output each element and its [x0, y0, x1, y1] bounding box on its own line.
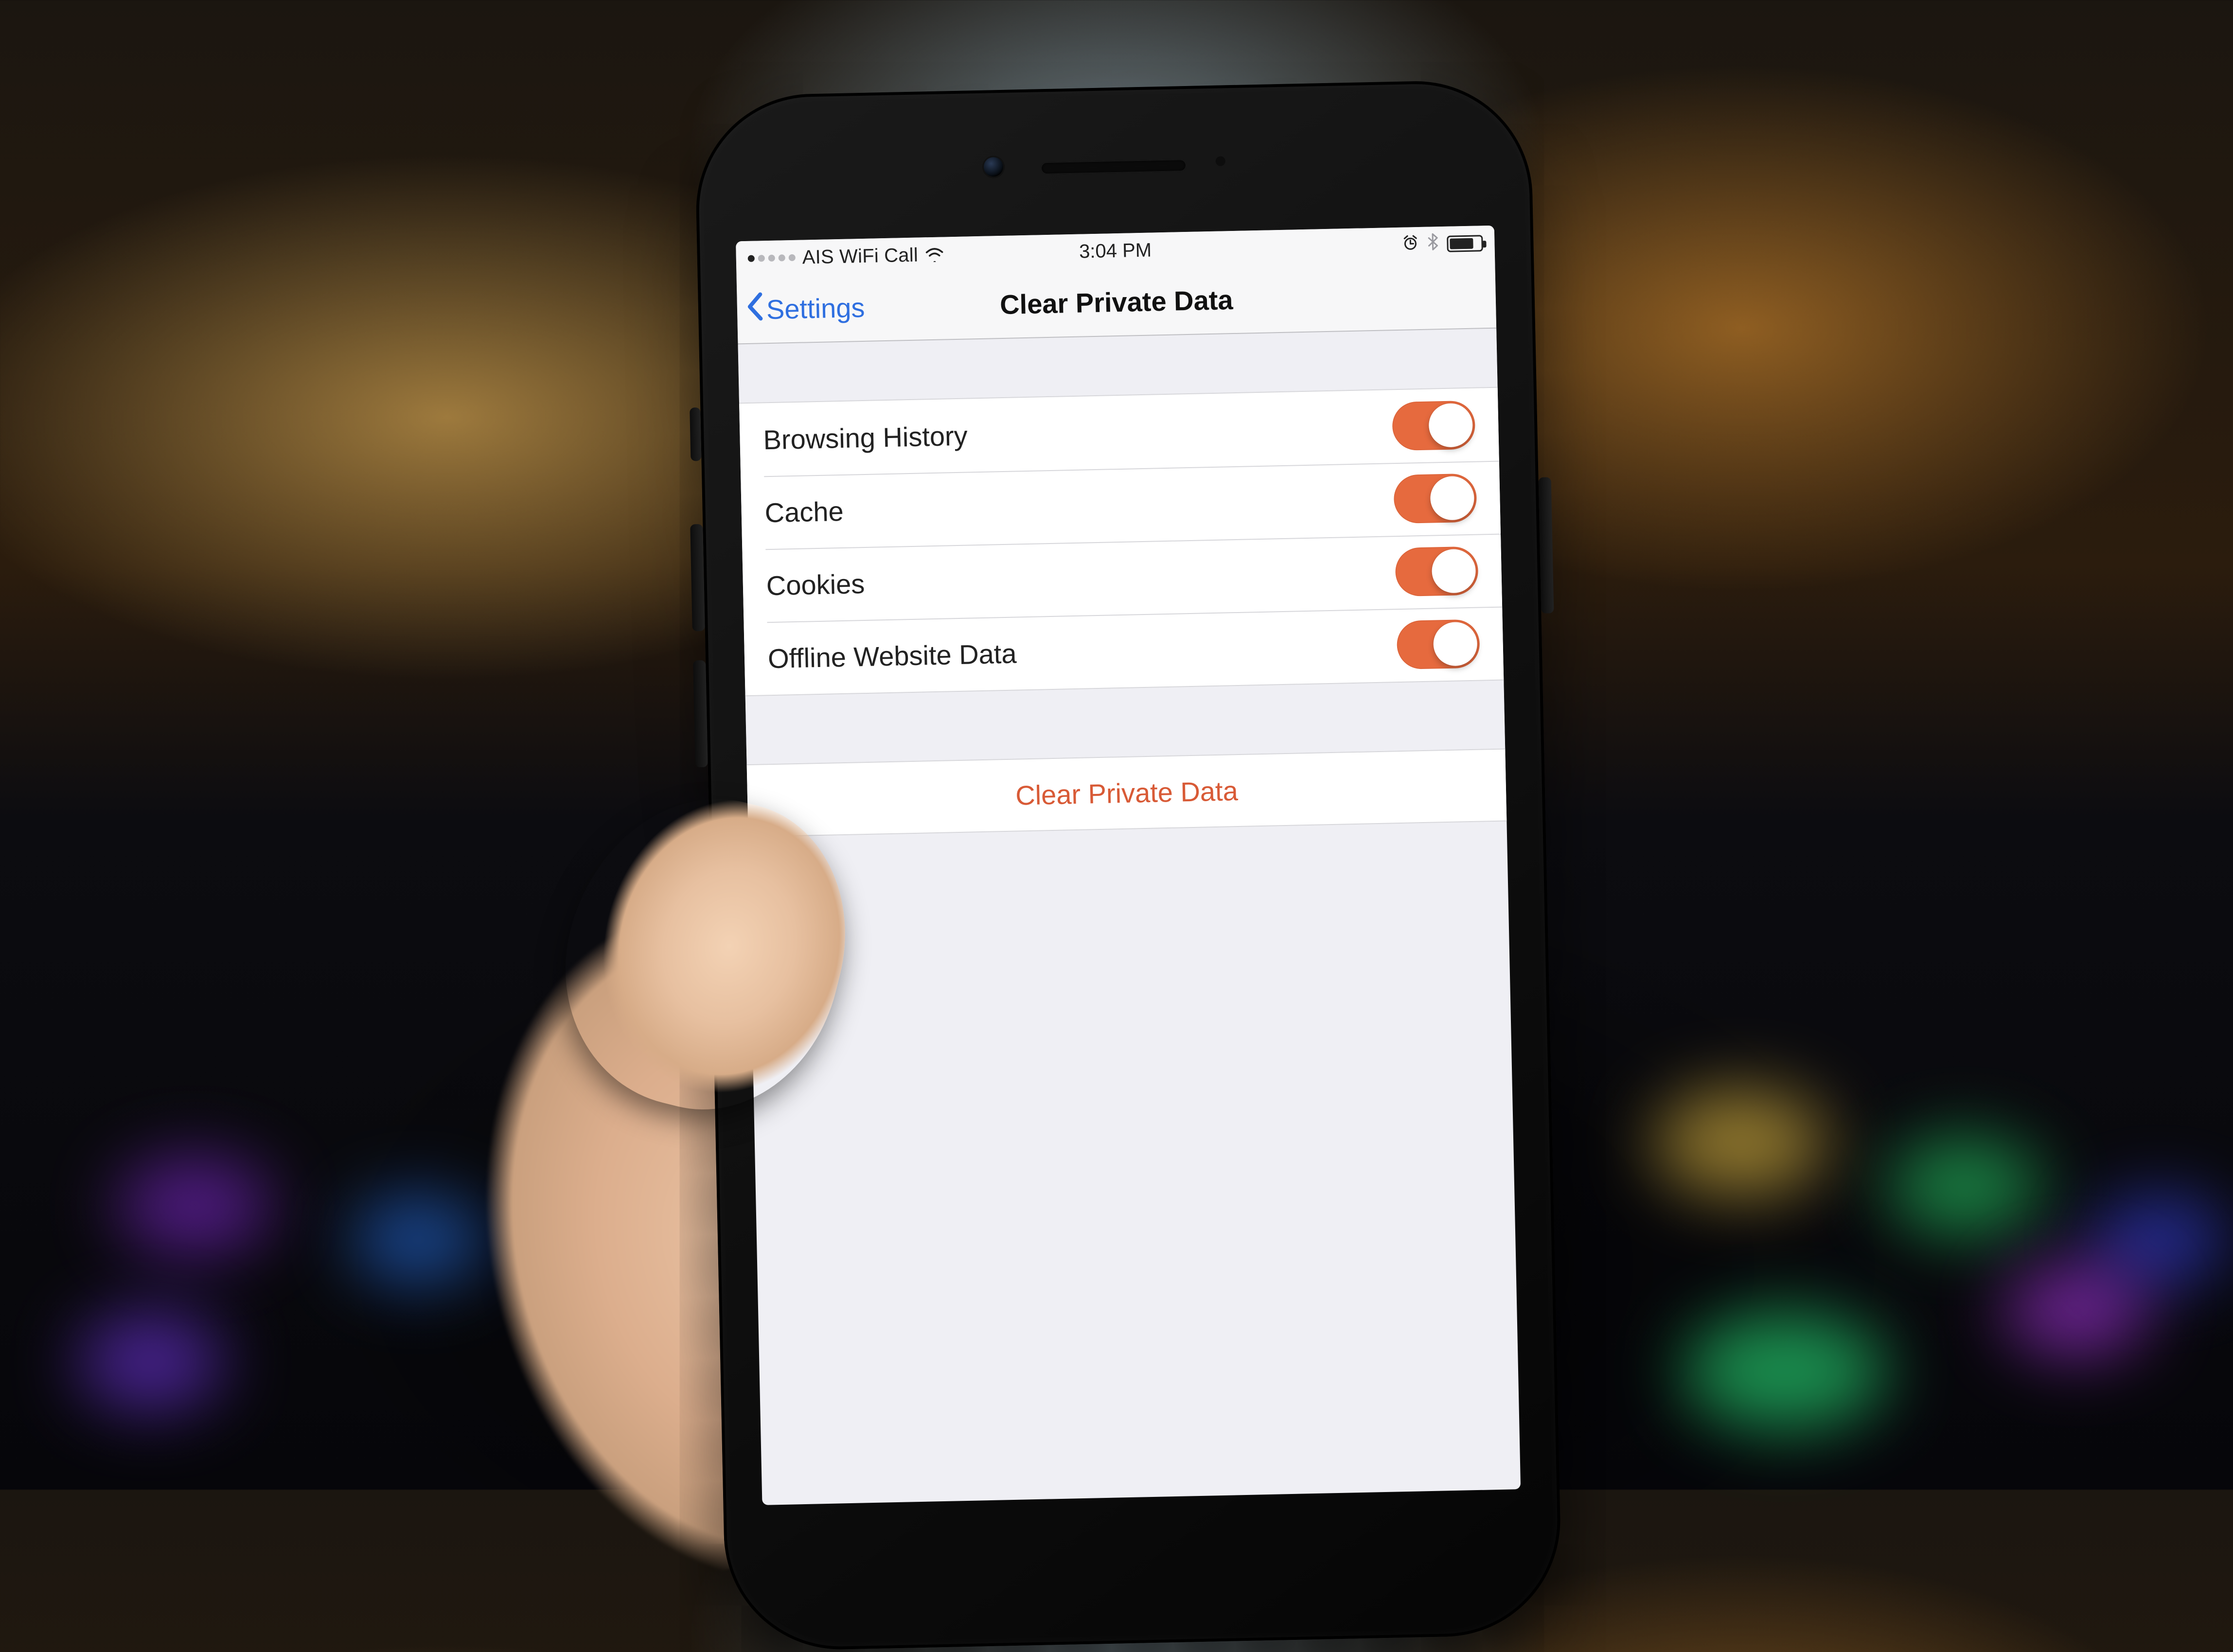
row-label: Cookies: [766, 568, 865, 601]
back-button[interactable]: Settings: [745, 290, 865, 327]
back-label: Settings: [766, 291, 865, 325]
clear-private-data-button[interactable]: Clear Private Data: [747, 749, 1507, 838]
bg-glow: [1887, 1138, 2042, 1235]
bg-glow: [2003, 1264, 2149, 1356]
alarm-icon: [1402, 234, 1419, 256]
clear-private-data-label: Clear Private Data: [1015, 775, 1239, 811]
bg-glow: [1683, 1313, 1887, 1429]
row-label: Offline Website Data: [767, 637, 1017, 674]
row-offline-website-data: Offline Website Data: [744, 607, 1504, 696]
volume-up-button: [690, 524, 705, 631]
bg-glow: [78, 1313, 224, 1410]
screen: AIS WiFi Call 3:04 PM: [736, 226, 1521, 1505]
cellular-signal-icon: [748, 254, 796, 262]
bg-glow: [117, 1157, 272, 1254]
toggle-browsing-history[interactable]: [1392, 401, 1475, 451]
phone-frame: AIS WiFi Call 3:04 PM: [694, 79, 1563, 1652]
bg-glow: [350, 1196, 486, 1283]
row-label: Cache: [764, 495, 844, 528]
proximity-sensor: [1216, 156, 1225, 166]
bg-glow: [1653, 1089, 1828, 1196]
carrier-label: AIS WiFi Call: [802, 244, 918, 268]
volume-down-button: [693, 660, 708, 767]
row-label: Browsing History: [763, 420, 968, 456]
power-button: [1539, 477, 1554, 613]
mute-switch: [690, 407, 701, 461]
chevron-left-icon: [745, 292, 763, 327]
front-camera: [982, 156, 1005, 178]
bluetooth-icon: [1427, 233, 1438, 255]
battery-icon: [1447, 235, 1483, 252]
content-area[interactable]: Browsing History Cache Cookies Offline W…: [738, 329, 1506, 837]
toggle-cookies[interactable]: [1395, 546, 1479, 597]
toggles-group: Browsing History Cache Cookies Offline W…: [739, 387, 1504, 697]
toggle-offline-website-data[interactable]: [1397, 619, 1480, 670]
toggle-cache[interactable]: [1393, 474, 1477, 524]
wifi-icon: [925, 247, 945, 262]
earpiece-speaker: [1041, 159, 1187, 175]
